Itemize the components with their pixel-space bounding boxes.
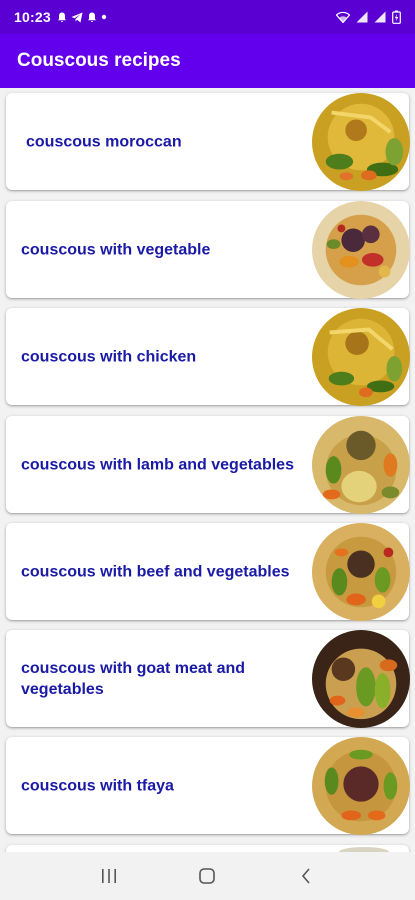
dot-icon [101, 14, 107, 20]
system-nav-bar [0, 852, 415, 900]
recipe-card[interactable]: couscous with tfaya [6, 736, 410, 835]
recipe-card[interactable] [6, 845, 409, 852]
app-title: Couscous recipes [17, 50, 181, 71]
recipe-thumbnail [312, 307, 410, 406]
recipe-title: couscous with tfaya [21, 777, 174, 794]
recipe-card[interactable]: couscous with chicken [6, 307, 410, 406]
wifi-icon [336, 11, 350, 23]
battery-icon [392, 10, 401, 24]
recipe-title: couscous with goat meat and vegetables [21, 659, 246, 698]
back-button[interactable] [286, 861, 326, 891]
bell-icon [87, 12, 96, 22]
recipe-title: couscous moroccan [26, 133, 182, 150]
app-bar: Couscous recipes [0, 34, 415, 88]
recipe-thumbnail [312, 92, 410, 191]
recipe-title: couscous with vegetable [21, 241, 211, 258]
recipe-card[interactable]: couscous with lamb and vegetables [6, 415, 410, 514]
recipe-thumbnail [312, 200, 410, 299]
recipe-card[interactable]: couscous with vegetable [6, 200, 410, 299]
recent-apps-icon [102, 869, 117, 883]
recipe-list[interactable]: couscous moroccan couscous with vegetabl… [0, 88, 415, 852]
recipe-thumbnail [312, 736, 410, 835]
recipe-thumbnail [312, 522, 410, 621]
recipe-card[interactable]: couscous with goat meat and vegetables [6, 629, 410, 728]
home-button[interactable] [187, 861, 227, 891]
recipe-thumbnail [312, 629, 410, 728]
telegram-icon [71, 12, 83, 22]
home-icon [199, 868, 216, 884]
recipe-title: couscous with lamb and vegetables [21, 456, 294, 473]
back-icon [301, 868, 310, 884]
signal-icon [356, 11, 368, 23]
recipe-thumbnail [312, 415, 410, 514]
bell-icon [57, 12, 66, 22]
signal-icon [374, 11, 386, 23]
recipe-title: couscous with chicken [21, 348, 197, 365]
recipe-title: couscous with beef and vegetables [21, 563, 290, 580]
recent-apps-button[interactable] [89, 861, 129, 891]
status-time: 10:23 [14, 9, 51, 25]
recipe-card[interactable]: couscous moroccan [6, 92, 410, 191]
status-bar: 10:23 [0, 0, 415, 34]
recipe-card[interactable]: couscous with beef and vegetables [6, 522, 410, 621]
